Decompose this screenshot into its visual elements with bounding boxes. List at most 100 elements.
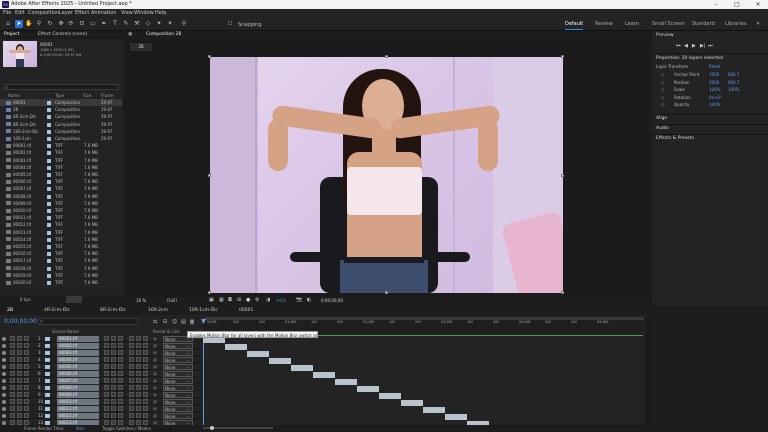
transform-handle-bl[interactable]: [208, 291, 211, 294]
resolution-dropdown[interactable]: (Full): [167, 298, 177, 303]
timeline-search-input[interactable]: ⚲: [38, 318, 138, 325]
label-color-swatch[interactable]: [47, 272, 51, 279]
label-color-swatch[interactable]: [45, 350, 50, 355]
3d-layer-switch[interactable]: [143, 413, 148, 418]
motion-blur-switch[interactable]: [129, 392, 134, 397]
menu-animation[interactable]: Animation: [91, 10, 117, 16]
eye-icon[interactable]: [2, 413, 6, 418]
label-color-swatch[interactable]: [45, 406, 50, 411]
transform-handle-br[interactable]: [561, 291, 564, 294]
play-icon[interactable]: ▶: [692, 43, 696, 49]
collapse-switch[interactable]: [111, 350, 116, 355]
label-color-swatch[interactable]: [47, 207, 51, 214]
timeline-layer-row[interactable]: 3 00003.tif @ None ⌄: [0, 349, 203, 356]
stopwatch-icon[interactable]: ◷: [661, 72, 665, 77]
lock-toggle[interactable]: [24, 343, 29, 348]
transform-handle-tl[interactable]: [208, 55, 211, 58]
label-color-swatch[interactable]: [45, 364, 50, 369]
project-item[interactable]: 00017.tif TIFF 7.6 MB: [0, 257, 122, 264]
pick-whip-icon[interactable]: @: [153, 349, 157, 356]
bpc-label[interactable]: 8 bpc: [20, 297, 31, 302]
3d-layer-switch[interactable]: [143, 343, 148, 348]
transform-handle-tc[interactable]: [385, 55, 388, 58]
motion-blur-switch[interactable]: [129, 413, 134, 418]
collapse-switch[interactable]: [111, 336, 116, 341]
layer-source-name[interactable]: 00005.tif: [57, 363, 99, 370]
audio-toggle[interactable]: [10, 364, 15, 369]
audio-toggle[interactable]: [10, 392, 15, 397]
property-value-1[interactable]: 1000: [709, 80, 719, 85]
snapshot-icon[interactable]: 📷: [296, 297, 302, 303]
project-item[interactable]: 00012.tif TIFF 7.6 MB: [0, 221, 122, 228]
layer-source-name[interactable]: 00006.tif: [57, 370, 99, 377]
lock-toggle[interactable]: [24, 378, 29, 383]
collapse-switch[interactable]: [111, 399, 116, 404]
stopwatch-icon[interactable]: ◷: [661, 80, 665, 85]
stopwatch-icon[interactable]: ◷: [661, 95, 665, 100]
shy-switch[interactable]: [104, 364, 109, 369]
motion-blur-icon[interactable]: ◎: [190, 319, 195, 325]
transparency-grid-icon[interactable]: ▦: [219, 297, 224, 303]
label-color-swatch[interactable]: [45, 399, 50, 404]
layer-source-name[interactable]: 00004.tif: [57, 356, 99, 363]
project-item[interactable]: 4R-2cm-Dlc Composition 29.97: [0, 113, 122, 120]
timeline-timecode[interactable]: 0;00;00;00: [4, 318, 37, 325]
project-item[interactable]: 10R-1cm Composition 29.97: [0, 135, 122, 142]
label-color-swatch[interactable]: [45, 357, 50, 362]
lock-toggle[interactable]: [24, 357, 29, 362]
zoom-tool-icon[interactable]: ⚲: [35, 20, 43, 28]
solo-toggle[interactable]: [17, 406, 22, 411]
lock-toggle[interactable]: [24, 385, 29, 390]
project-item[interactable]: 00001 Composition 29.97: [0, 99, 122, 106]
column-parent-link[interactable]: Parent & Link: [153, 329, 180, 334]
label-color-swatch[interactable]: [47, 99, 51, 106]
eye-icon[interactable]: [2, 364, 6, 369]
motion-blur-switch[interactable]: [129, 371, 134, 376]
layer-source-name[interactable]: 00009.tif: [57, 391, 99, 398]
quality-switch[interactable]: [118, 336, 123, 341]
channel-icon[interactable]: ●: [246, 297, 250, 303]
pick-whip-icon[interactable]: @: [153, 412, 157, 419]
preview-panel-title[interactable]: Preview: [656, 33, 674, 38]
timeline-tab[interactable]: 16R-2cm: [148, 308, 168, 314]
timeline-tab[interactable]: 10R-1cm-Dlc: [189, 308, 218, 314]
motion-blur-switch[interactable]: [129, 399, 134, 404]
layer-source-name[interactable]: 00007.tif: [57, 377, 99, 384]
orbit-tool-icon[interactable]: ↻: [46, 20, 54, 28]
rectangle-tool-icon[interactable]: ▭: [89, 20, 97, 28]
adjustment-switch[interactable]: [136, 385, 141, 390]
project-item[interactable]: 8R-2cm-Dlc Composition 29.97: [0, 121, 122, 128]
3d-layer-switch[interactable]: [143, 371, 148, 376]
adjustment-switch[interactable]: [136, 413, 141, 418]
shy-switch[interactable]: [104, 350, 109, 355]
3d-layer-switch[interactable]: [143, 364, 148, 369]
audio-toggle[interactable]: [10, 371, 15, 376]
label-color-swatch[interactable]: [47, 128, 51, 135]
solo-toggle[interactable]: [17, 413, 22, 418]
quality-switch[interactable]: [118, 378, 123, 383]
adjustment-switch[interactable]: [136, 406, 141, 411]
solo-toggle[interactable]: [17, 364, 22, 369]
pick-whip-icon[interactable]: @: [153, 356, 157, 363]
pan-behind-tool-icon[interactable]: ⊡: [78, 20, 86, 28]
quality-switch[interactable]: [118, 413, 123, 418]
quality-switch[interactable]: [118, 364, 123, 369]
solo-toggle[interactable]: [17, 343, 22, 348]
label-color-swatch[interactable]: [47, 178, 51, 185]
label-color-swatch[interactable]: [47, 185, 51, 192]
audio-toggle[interactable]: [10, 357, 15, 362]
roto-brush-tool-icon[interactable]: ✦: [155, 20, 163, 28]
pick-whip-icon[interactable]: @: [153, 398, 157, 405]
project-search-input[interactable]: ⚲: [3, 84, 119, 90]
timeline-scrollbar[interactable]: [645, 316, 651, 426]
layer-source-name[interactable]: 00012.tif: [57, 412, 99, 419]
eye-icon[interactable]: [2, 350, 6, 355]
lock-toggle[interactable]: [24, 350, 29, 355]
collapse-switch[interactable]: [111, 392, 116, 397]
column-size[interactable]: Size: [83, 93, 91, 98]
shy-switch[interactable]: [104, 336, 109, 341]
pick-whip-icon[interactable]: @: [153, 384, 157, 391]
last-frame-icon[interactable]: ⏭: [708, 43, 713, 49]
project-item[interactable]: 00014.tif TIFF 7.6 MB: [0, 236, 122, 243]
eye-icon[interactable]: [2, 406, 6, 411]
